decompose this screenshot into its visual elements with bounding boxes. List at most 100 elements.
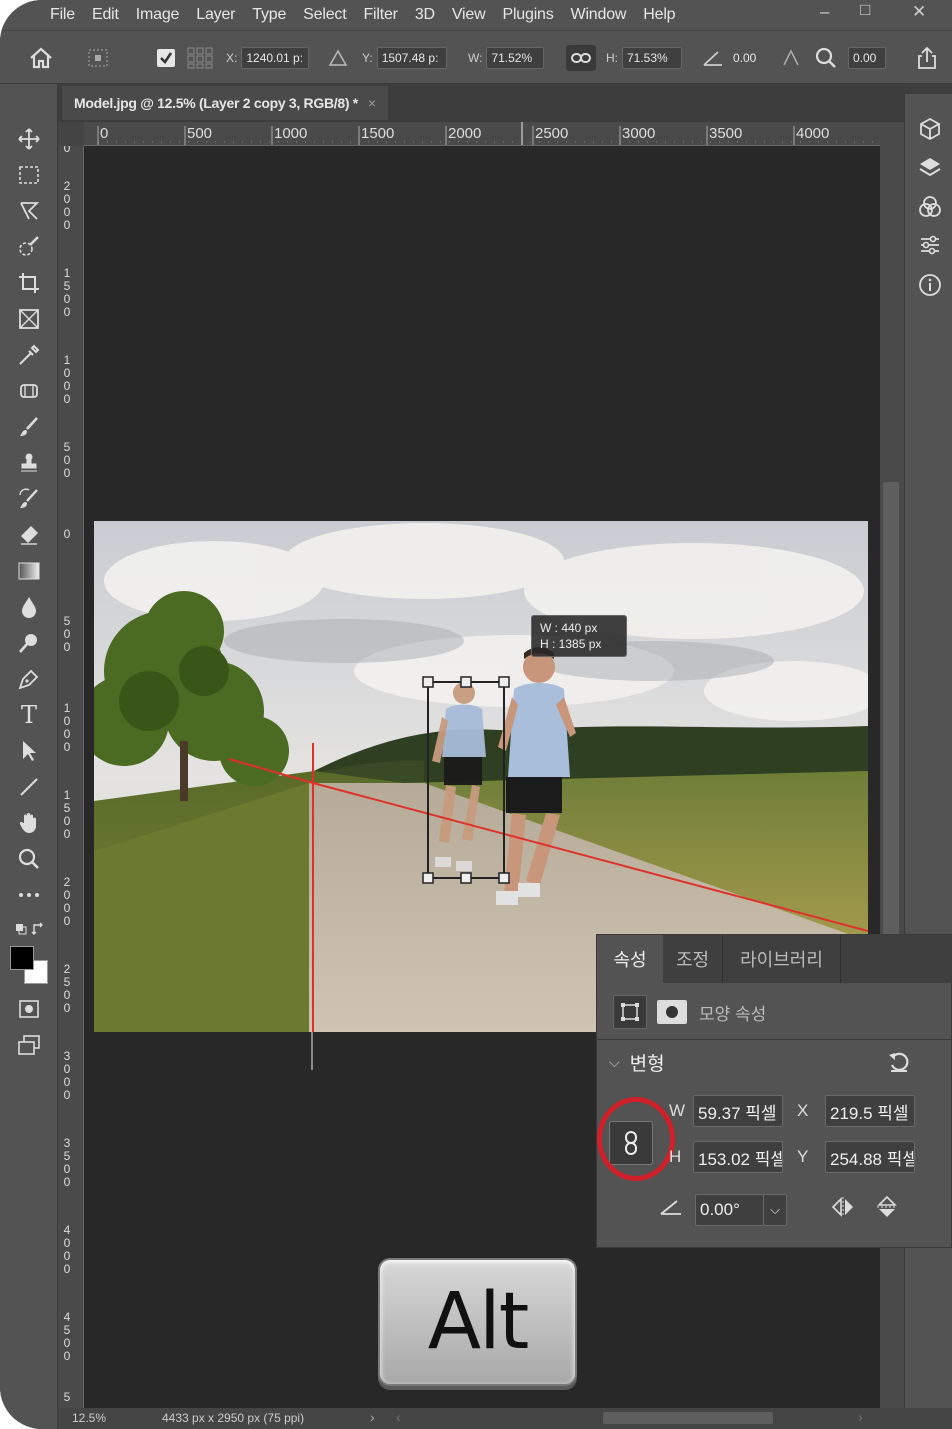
status-arrow-icon[interactable]: › bbox=[370, 1409, 375, 1425]
menu-view[interactable]: View bbox=[452, 6, 486, 24]
close-button[interactable]: ✕ bbox=[912, 2, 926, 22]
menu-filter[interactable]: Filter bbox=[363, 6, 398, 24]
document-tab[interactable]: Model.jpg @ 12.5% (Layer 2 copy 3, RGB/8… bbox=[62, 86, 388, 120]
eyedropper-icon[interactable] bbox=[14, 340, 44, 370]
zoom-icon[interactable] bbox=[14, 844, 44, 874]
horizontal-scroll-thumb[interactable] bbox=[603, 1412, 773, 1424]
quick-select-icon[interactable] bbox=[14, 232, 44, 262]
channels-icon[interactable] bbox=[917, 194, 943, 220]
line-icon[interactable] bbox=[14, 772, 44, 802]
type-icon[interactable]: T bbox=[14, 700, 44, 730]
eraser-icon[interactable] bbox=[14, 520, 44, 550]
blur-icon[interactable] bbox=[14, 592, 44, 622]
ruler-v-label: 3500 bbox=[63, 1136, 71, 1189]
tab-properties[interactable]: 속성 bbox=[597, 935, 663, 983]
menu-bar: File Edit Image Layer Type Select Filter… bbox=[0, 0, 952, 30]
tooltip-height: H : 1385 px bbox=[540, 637, 602, 651]
ruler-v-label: 1500 bbox=[63, 788, 71, 841]
more-icon[interactable] bbox=[14, 880, 44, 910]
move-icon[interactable] bbox=[14, 124, 44, 154]
flip-v-icon[interactable] bbox=[875, 1193, 899, 1226]
zoom-level[interactable]: 12.5% bbox=[72, 1411, 106, 1425]
swap-colors-icon[interactable] bbox=[14, 914, 44, 944]
healing-icon[interactable] bbox=[14, 376, 44, 406]
dodge-icon[interactable] bbox=[14, 628, 44, 658]
ruler-v-label: 4500 bbox=[63, 1310, 71, 1363]
width-percent-field[interactable]: 71.52% bbox=[486, 47, 545, 69]
frame-icon[interactable] bbox=[14, 304, 44, 334]
3d-icon[interactable] bbox=[917, 116, 943, 142]
skew-field[interactable]: 0.00 bbox=[848, 47, 886, 69]
menu-image[interactable]: Image bbox=[136, 6, 180, 24]
lasso-icon[interactable] bbox=[14, 196, 44, 226]
path-select-icon[interactable] bbox=[14, 736, 44, 766]
pen-icon[interactable] bbox=[14, 664, 44, 694]
chevron-down-icon[interactable]: ⌵ bbox=[609, 1054, 620, 1071]
adjustments-icon[interactable] bbox=[917, 232, 943, 258]
highlight-circle bbox=[597, 1097, 675, 1181]
height-field[interactable]: 153.02 픽셀 bbox=[693, 1141, 783, 1173]
transform-shape-icon[interactable] bbox=[613, 995, 647, 1029]
width-field[interactable]: 59.37 픽셀 bbox=[693, 1095, 783, 1127]
transform-section-title: 변형 bbox=[629, 1054, 665, 1075]
delta-icon[interactable] bbox=[328, 45, 348, 71]
angle-field[interactable]: 0.00° bbox=[695, 1193, 763, 1226]
layers-icon[interactable] bbox=[917, 154, 943, 180]
marquee-icon[interactable] bbox=[14, 160, 44, 190]
crop-icon[interactable] bbox=[14, 268, 44, 298]
height-percent-field[interactable]: 71.53% bbox=[622, 47, 682, 69]
angle-dropdown-icon[interactable]: ⌵ bbox=[763, 1193, 787, 1226]
menu-file[interactable]: File bbox=[50, 6, 75, 24]
interpolation-icon[interactable] bbox=[780, 45, 802, 71]
reset-icon[interactable] bbox=[887, 1051, 911, 1078]
reference-checkbox[interactable] bbox=[156, 45, 176, 71]
menu-3d[interactable]: 3D bbox=[415, 6, 435, 24]
scroll-left-icon[interactable]: ‹ bbox=[396, 1409, 401, 1425]
menu-edit[interactable]: Edit bbox=[92, 6, 119, 24]
y-field[interactable]: 254.88 픽셀 bbox=[825, 1141, 915, 1173]
ruler-v-label: 1000 bbox=[63, 701, 71, 754]
angle-icon bbox=[659, 1198, 695, 1221]
tab-libraries[interactable]: 라이브러리 bbox=[723, 935, 841, 983]
link-icon[interactable] bbox=[566, 45, 596, 71]
scroll-right-icon[interactable]: › bbox=[858, 1409, 863, 1425]
transform-size-tooltip: W : 440 px H : 1385 px bbox=[531, 615, 627, 657]
ruler-v-label: 500 bbox=[63, 440, 71, 480]
history-brush-icon[interactable] bbox=[14, 484, 44, 514]
quick-mask-icon[interactable] bbox=[14, 994, 44, 1024]
reference-point-icon[interactable] bbox=[86, 45, 112, 71]
x-position-field[interactable]: 1240.01 p: bbox=[241, 47, 310, 69]
share-icon[interactable] bbox=[914, 45, 940, 71]
menu-select[interactable]: Select bbox=[303, 6, 346, 24]
menu-plugins[interactable]: Plugins bbox=[502, 6, 553, 24]
menu-window[interactable]: Window bbox=[571, 6, 627, 24]
tooltip-width: W : 440 px bbox=[540, 621, 598, 635]
angle-field[interactable]: 0.00 bbox=[728, 47, 772, 69]
search-icon[interactable] bbox=[814, 45, 838, 71]
document-title: Model.jpg @ 12.5% (Layer 2 copy 3, RGB/8… bbox=[74, 95, 358, 111]
home-icon[interactable] bbox=[28, 45, 54, 71]
flip-h-icon[interactable] bbox=[829, 1195, 857, 1224]
menu-layer[interactable]: Layer bbox=[196, 6, 235, 24]
x-field[interactable]: 219.5 픽셀 bbox=[825, 1095, 915, 1127]
y-position-field[interactable]: 1507.48 p: bbox=[376, 47, 447, 69]
maximize-button[interactable]: □ bbox=[860, 0, 870, 20]
menu-type[interactable]: Type bbox=[252, 6, 286, 24]
brush-icon[interactable] bbox=[14, 412, 44, 442]
screen-mode-icon[interactable] bbox=[14, 1030, 44, 1060]
gradient-icon[interactable] bbox=[14, 556, 44, 586]
color-swatches[interactable] bbox=[10, 946, 50, 986]
info-icon[interactable] bbox=[917, 272, 943, 298]
menu-help[interactable]: Help bbox=[643, 6, 675, 24]
x-label: X: bbox=[226, 51, 238, 65]
close-tab-icon[interactable]: × bbox=[368, 95, 376, 111]
stamp-icon[interactable] bbox=[14, 448, 44, 478]
ruler-v-label: 1500 bbox=[63, 266, 71, 319]
reference-grid-icon[interactable] bbox=[186, 45, 214, 71]
hand-icon[interactable] bbox=[14, 808, 44, 838]
tab-adjustments[interactable]: 조정 bbox=[663, 935, 723, 983]
minimize-button[interactable]: – bbox=[820, 2, 829, 22]
mask-icon[interactable] bbox=[657, 1000, 687, 1024]
foreground-color-swatch[interactable] bbox=[10, 946, 34, 970]
guide-tick bbox=[311, 1032, 313, 1070]
